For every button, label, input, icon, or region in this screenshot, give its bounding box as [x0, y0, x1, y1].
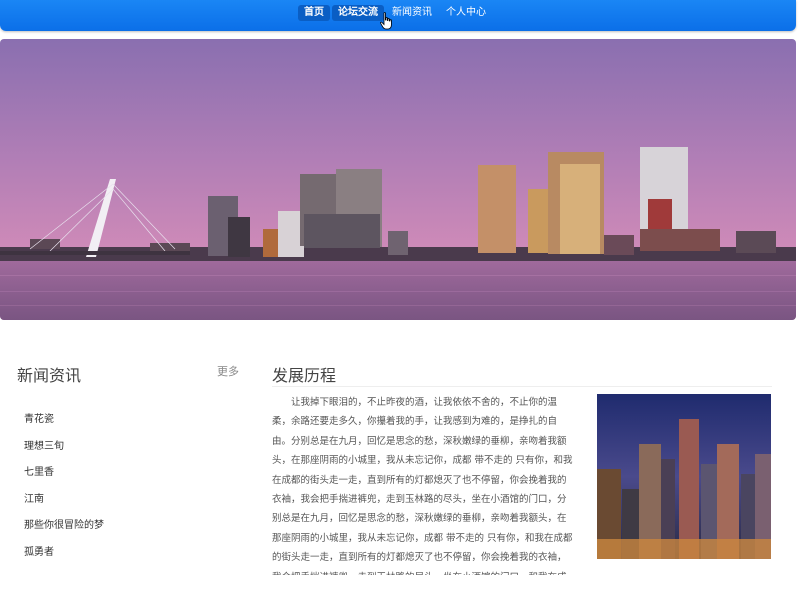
news-list-item[interactable]: 理想三旬	[24, 434, 104, 461]
news-list-item[interactable]: 那些你很冒险的梦	[24, 513, 104, 540]
nav-menu: 首页 论坛交流 新闻资讯 个人中心	[298, 0, 494, 26]
nav-item-forum[interactable]: 论坛交流	[332, 5, 384, 21]
news-more-link[interactable]: 更多	[217, 363, 239, 379]
night-city-image	[597, 394, 771, 559]
news-list-item[interactable]: 七里香	[24, 460, 104, 487]
nav-item-profile[interactable]: 个人中心	[440, 5, 492, 21]
city-night-photo	[597, 394, 771, 559]
news-list-item[interactable]: 青花瓷	[24, 407, 104, 434]
news-list: 青花瓷 理想三旬 七里香 江南 那些你很冒险的梦 孤勇者	[24, 407, 104, 567]
news-section-title: 新闻资讯	[17, 366, 82, 385]
nav-item-home[interactable]: 首页	[298, 5, 330, 21]
section-divider	[272, 386, 772, 387]
history-section-title: 发展历程	[272, 366, 337, 385]
hand-cursor-icon	[380, 12, 392, 30]
top-nav-bar: 首页 论坛交流 新闻资讯 个人中心	[0, 0, 796, 31]
news-list-item[interactable]: 孤勇者	[24, 540, 104, 567]
skyline-image	[0, 39, 796, 320]
news-list-item[interactable]: 江南	[24, 487, 104, 514]
hero-banner	[0, 39, 796, 320]
history-body-text: 让我掉下眼泪的，不止昨夜的酒，让我依依不舍的，不止你的温柔，余路还要走多久，你攥…	[272, 397, 573, 575]
nav-item-news[interactable]: 新闻资讯	[386, 5, 438, 21]
